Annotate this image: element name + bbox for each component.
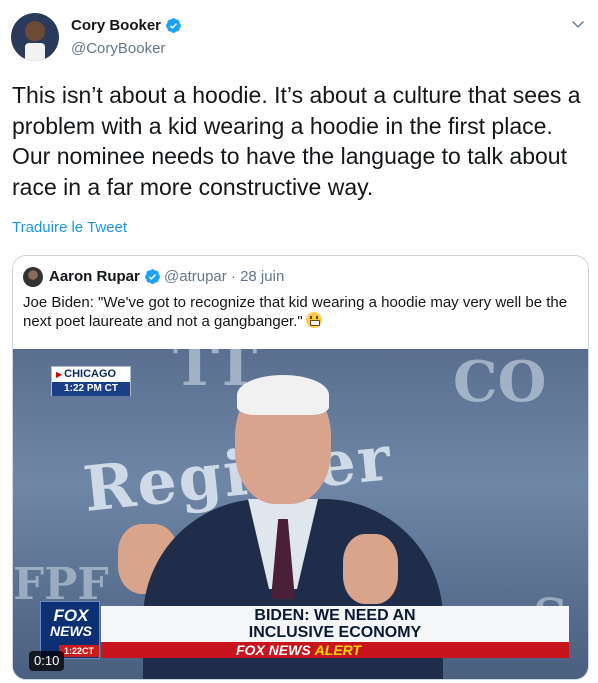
- speaker-hand: [343, 534, 398, 604]
- quoted-text-line: Joe Biden: "We've got to recognize that …: [23, 294, 568, 311]
- channel-logo-line2: NEWS: [50, 623, 92, 639]
- video-banner-text: CO: [453, 349, 547, 415]
- author-name[interactable]: Cory Booker: [71, 17, 161, 34]
- location-label: CHICAGO: [52, 367, 130, 382]
- quoted-text-line-2: next poet laureate and not a gangbanger.…: [23, 313, 303, 330]
- quoted-author-name: Aaron Rupar: [49, 268, 140, 285]
- speaker-hair: [237, 375, 329, 415]
- lower-third-headline: BIDEN: WE NEED AN INCLUSIVE ECONOMY: [101, 606, 569, 642]
- headline-line: BIDEN: WE NEED AN: [254, 607, 416, 624]
- tweet-text: This isn’t about a hoodie. It’s about a …: [12, 80, 588, 202]
- grimacing-face-emoji-icon: [305, 312, 322, 328]
- quoted-author-name-row: Aaron Rupar: [49, 268, 161, 285]
- local-time-label: 1:22 PM CT: [52, 382, 130, 396]
- translate-tweet-link[interactable]: Traduire le Tweet: [12, 219, 127, 236]
- quoted-text-line: next poet laureate and not a gangbanger.…: [23, 312, 579, 331]
- video-player[interactable]: TT CO Register FPF S CHICAGO 1:22 PM CT …: [13, 349, 588, 679]
- verified-badge-icon: [166, 18, 181, 33]
- alert-bar: FOX NEWS ALERT: [101, 642, 569, 658]
- quoted-tweet[interactable]: Aaron Rupar @atrupar · 28 juin Joe Biden…: [12, 255, 589, 680]
- channel-clock: 1:22CT: [59, 645, 99, 657]
- tweet-text-line: race in a far more constructive way.: [12, 173, 374, 200]
- author-name-row[interactable]: Cory Booker: [71, 17, 182, 34]
- tweet-card: Cory Booker @CoryBooker This isn’t about…: [0, 0, 598, 683]
- author-handle[interactable]: @CoryBooker: [71, 40, 165, 57]
- verified-badge-icon: [144, 269, 160, 284]
- quoted-author-handle-date: @atrupar · 28 juin: [164, 268, 285, 285]
- video-elapsed-time: 0:10: [29, 651, 65, 671]
- author-avatar[interactable]: [11, 13, 59, 61]
- location-bug: CHICAGO 1:22 PM CT: [51, 366, 131, 396]
- alert-channel: FOX NEWS: [236, 642, 311, 658]
- tweet-text-line: This isn’t about a hoodie. It’s about a …: [12, 82, 581, 108]
- alert-text: FOX NEWS ALERT: [236, 642, 361, 658]
- alert-label: ALERT: [314, 642, 362, 658]
- headline-text: BIDEN: WE NEED AN INCLUSIVE ECONOMY: [101, 607, 569, 641]
- tweet-text-line: Our nominee needs to have the language t…: [12, 143, 567, 169]
- headline-line: INCLUSIVE ECONOMY: [248, 624, 422, 641]
- quoted-author-avatar: [23, 267, 43, 287]
- tweet-text-line: problem with a kid wearing a hoodie in t…: [12, 112, 553, 139]
- chevron-down-icon[interactable]: [570, 16, 586, 32]
- quoted-tweet-text: Joe Biden: "We've got to recognize that …: [23, 293, 579, 331]
